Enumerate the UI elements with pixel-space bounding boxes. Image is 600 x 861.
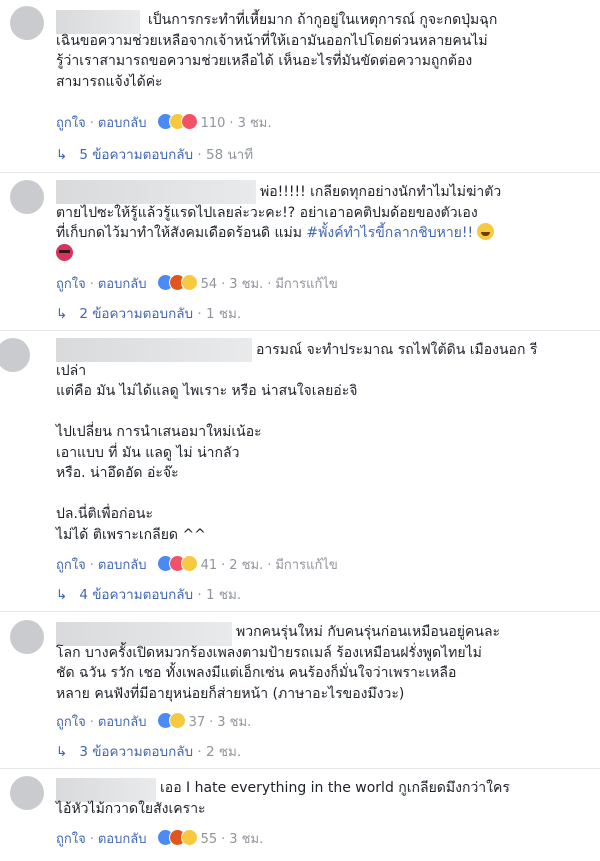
edited-label[interactable]: มีการแก้ไข	[275, 558, 337, 573]
avatar[interactable]	[10, 776, 44, 810]
hashtag-link[interactable]: #พั้งค์ทำไรขี้กลากชิบหาย!!	[306, 225, 473, 241]
reply-arrow-icon: ↳	[56, 147, 68, 163]
reply-link[interactable]: ตอบกลับ	[98, 832, 147, 847]
comment-time[interactable]: 3 ชม.	[229, 832, 263, 847]
avatar[interactable]	[10, 620, 44, 654]
replies-time: 58 นาที	[205, 147, 254, 163]
avatar[interactable]	[10, 180, 44, 214]
laughing-emoji-icon	[477, 223, 495, 240]
like-link[interactable]: ถูกใจ	[56, 832, 86, 847]
reaction-count[interactable]: 41	[201, 558, 218, 573]
reply-link[interactable]: ตอบกลับ	[98, 715, 147, 730]
comment-text: พ่อ!!!!! เกลียดทุกอย่างนักทำไมไม่ฆ่าตัว …	[56, 182, 596, 264]
like-link[interactable]: ถูกใจ	[56, 277, 86, 292]
reaction-count[interactable]: 37	[189, 715, 206, 730]
edited-label[interactable]: มีการแก้ไข	[275, 277, 337, 292]
comment-time[interactable]: 3 ชม.	[238, 116, 272, 131]
comment-text: อารมณ์ จะทำประมาณ รถไฟใต้ดิน เมืองนอก รี…	[56, 342, 538, 543]
replies-time: 1 ชม.	[205, 306, 242, 322]
divider	[0, 172, 600, 173]
like-link[interactable]: ถูกใจ	[56, 116, 86, 131]
view-replies-link[interactable]: ↳ 2 ข้อความตอบกลับ · 1 ชม.	[56, 304, 241, 324]
view-replies-link[interactable]: ↳ 5 ข้อความตอบกลับ · 58 นาที	[56, 145, 253, 165]
comment-text: พวกคนรุ่นใหม่ กับคนรุ่นก่อนเหมือนอยู่คนล…	[56, 624, 501, 702]
view-replies-link[interactable]: ↳ 3 ข้อความตอบกลับ · 2 ชม.	[56, 742, 241, 762]
view-replies-link[interactable]: ↳ 4 ข้อความตอบกลับ · 1 ชม.	[56, 585, 241, 605]
reaction-count[interactable]: 110	[201, 116, 226, 131]
comment-time[interactable]: 3 ชม.	[229, 277, 263, 292]
reply-link[interactable]: ตอบกลับ	[98, 116, 147, 131]
avatar[interactable]	[0, 338, 30, 372]
replies-count: 2 ข้อความตอบกลับ	[79, 306, 194, 322]
like-link[interactable]: ถูกใจ	[56, 715, 86, 730]
like-link[interactable]: ถูกใจ	[56, 558, 86, 573]
haha-reaction-icon[interactable]	[180, 274, 198, 291]
comment-actions: ถูกใจ · ตอบกลับ 41 · 2 ชม. · มีการแก้ไข	[56, 555, 338, 575]
comment-actions: ถูกใจ · ตอบกลับ 110 · 3 ชม.	[56, 113, 272, 133]
divider	[0, 330, 600, 331]
reply-link[interactable]: ตอบกลับ	[98, 277, 147, 292]
reply-arrow-icon: ↳	[56, 744, 68, 760]
comment-time[interactable]: 2 ชม.	[229, 558, 263, 573]
replies-count: 5 ข้อความตอบกลับ	[79, 147, 194, 163]
comment-actions: ถูกใจ · ตอบกลับ 55 · 3 ชม.	[56, 829, 263, 849]
comment-actions: ถูกใจ · ตอบกลับ 37 · 3 ชม.	[56, 712, 251, 732]
haha-reaction-icon[interactable]	[180, 829, 198, 846]
comment-actions: ถูกใจ · ตอบกลับ 54 · 3 ชม. · มีการแก้ไข	[56, 274, 338, 294]
divider	[0, 611, 600, 612]
reaction-count[interactable]: 55	[201, 832, 218, 847]
devil-emoji-icon	[56, 243, 73, 261]
replies-time: 1 ชม.	[205, 587, 242, 603]
comment-text: เป็นการกระทำที่เหี้ยมาก ถ้ากูอยู่ในเหตุก…	[56, 12, 498, 90]
divider	[0, 768, 600, 769]
haha-reaction-icon[interactable]	[168, 712, 186, 729]
avatar[interactable]	[10, 6, 44, 40]
love-reaction-icon[interactable]	[180, 113, 198, 130]
replies-time: 2 ชม.	[205, 744, 242, 760]
reply-link[interactable]: ตอบกลับ	[98, 558, 147, 573]
reply-arrow-icon: ↳	[56, 587, 68, 603]
replies-count: 4 ข้อความตอบกลับ	[79, 587, 194, 603]
reply-arrow-icon: ↳	[56, 306, 68, 322]
reaction-count[interactable]: 54	[201, 277, 218, 292]
haha-reaction-icon[interactable]	[180, 555, 198, 572]
replies-count: 3 ข้อความตอบกลับ	[79, 744, 194, 760]
comment-text: เออ I hate everything in the world กูเกล…	[56, 780, 510, 817]
comment-time[interactable]: 3 ชม.	[217, 715, 251, 730]
